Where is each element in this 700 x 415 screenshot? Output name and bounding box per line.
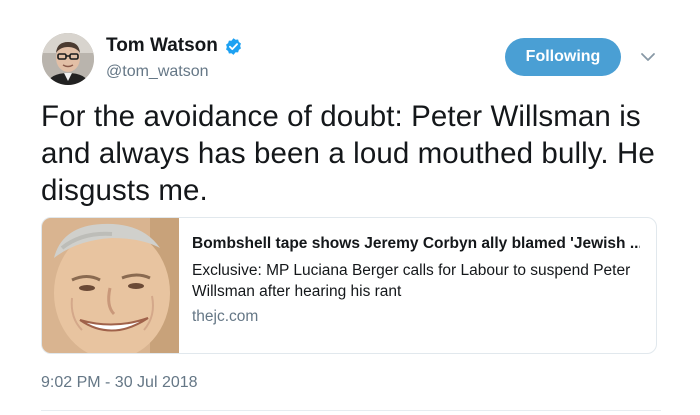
card-title[interactable]: Bombshell tape shows Jeremy Corbyn ally … xyxy=(192,234,640,254)
author-name[interactable]: Tom Watson xyxy=(106,35,218,57)
tweet-timestamp[interactable]: 9:02 PM - 30 Jul 2018 xyxy=(41,374,198,392)
link-card[interactable]: Bombshell tape shows Jeremy Corbyn ally … xyxy=(41,217,657,354)
divider xyxy=(41,410,661,411)
following-button[interactable]: Following xyxy=(505,38,621,76)
author-name-row[interactable]: Tom Watson xyxy=(106,35,243,57)
chevron-down-icon[interactable] xyxy=(640,50,656,64)
card-body[interactable]: Bombshell tape shows Jeremy Corbyn ally … xyxy=(179,218,656,353)
verified-badge-icon xyxy=(224,37,243,56)
avatar-image xyxy=(42,33,94,85)
card-thumbnail xyxy=(42,218,179,353)
tweet-text: For the avoidance of doubt: Peter Willsm… xyxy=(41,100,655,207)
card-domain: thejc.com xyxy=(192,308,259,325)
author-handle[interactable]: @tom_watson xyxy=(106,63,209,81)
avatar[interactable] xyxy=(42,33,94,85)
card-description: Exclusive: MP Luciana Berger calls for L… xyxy=(192,262,631,300)
